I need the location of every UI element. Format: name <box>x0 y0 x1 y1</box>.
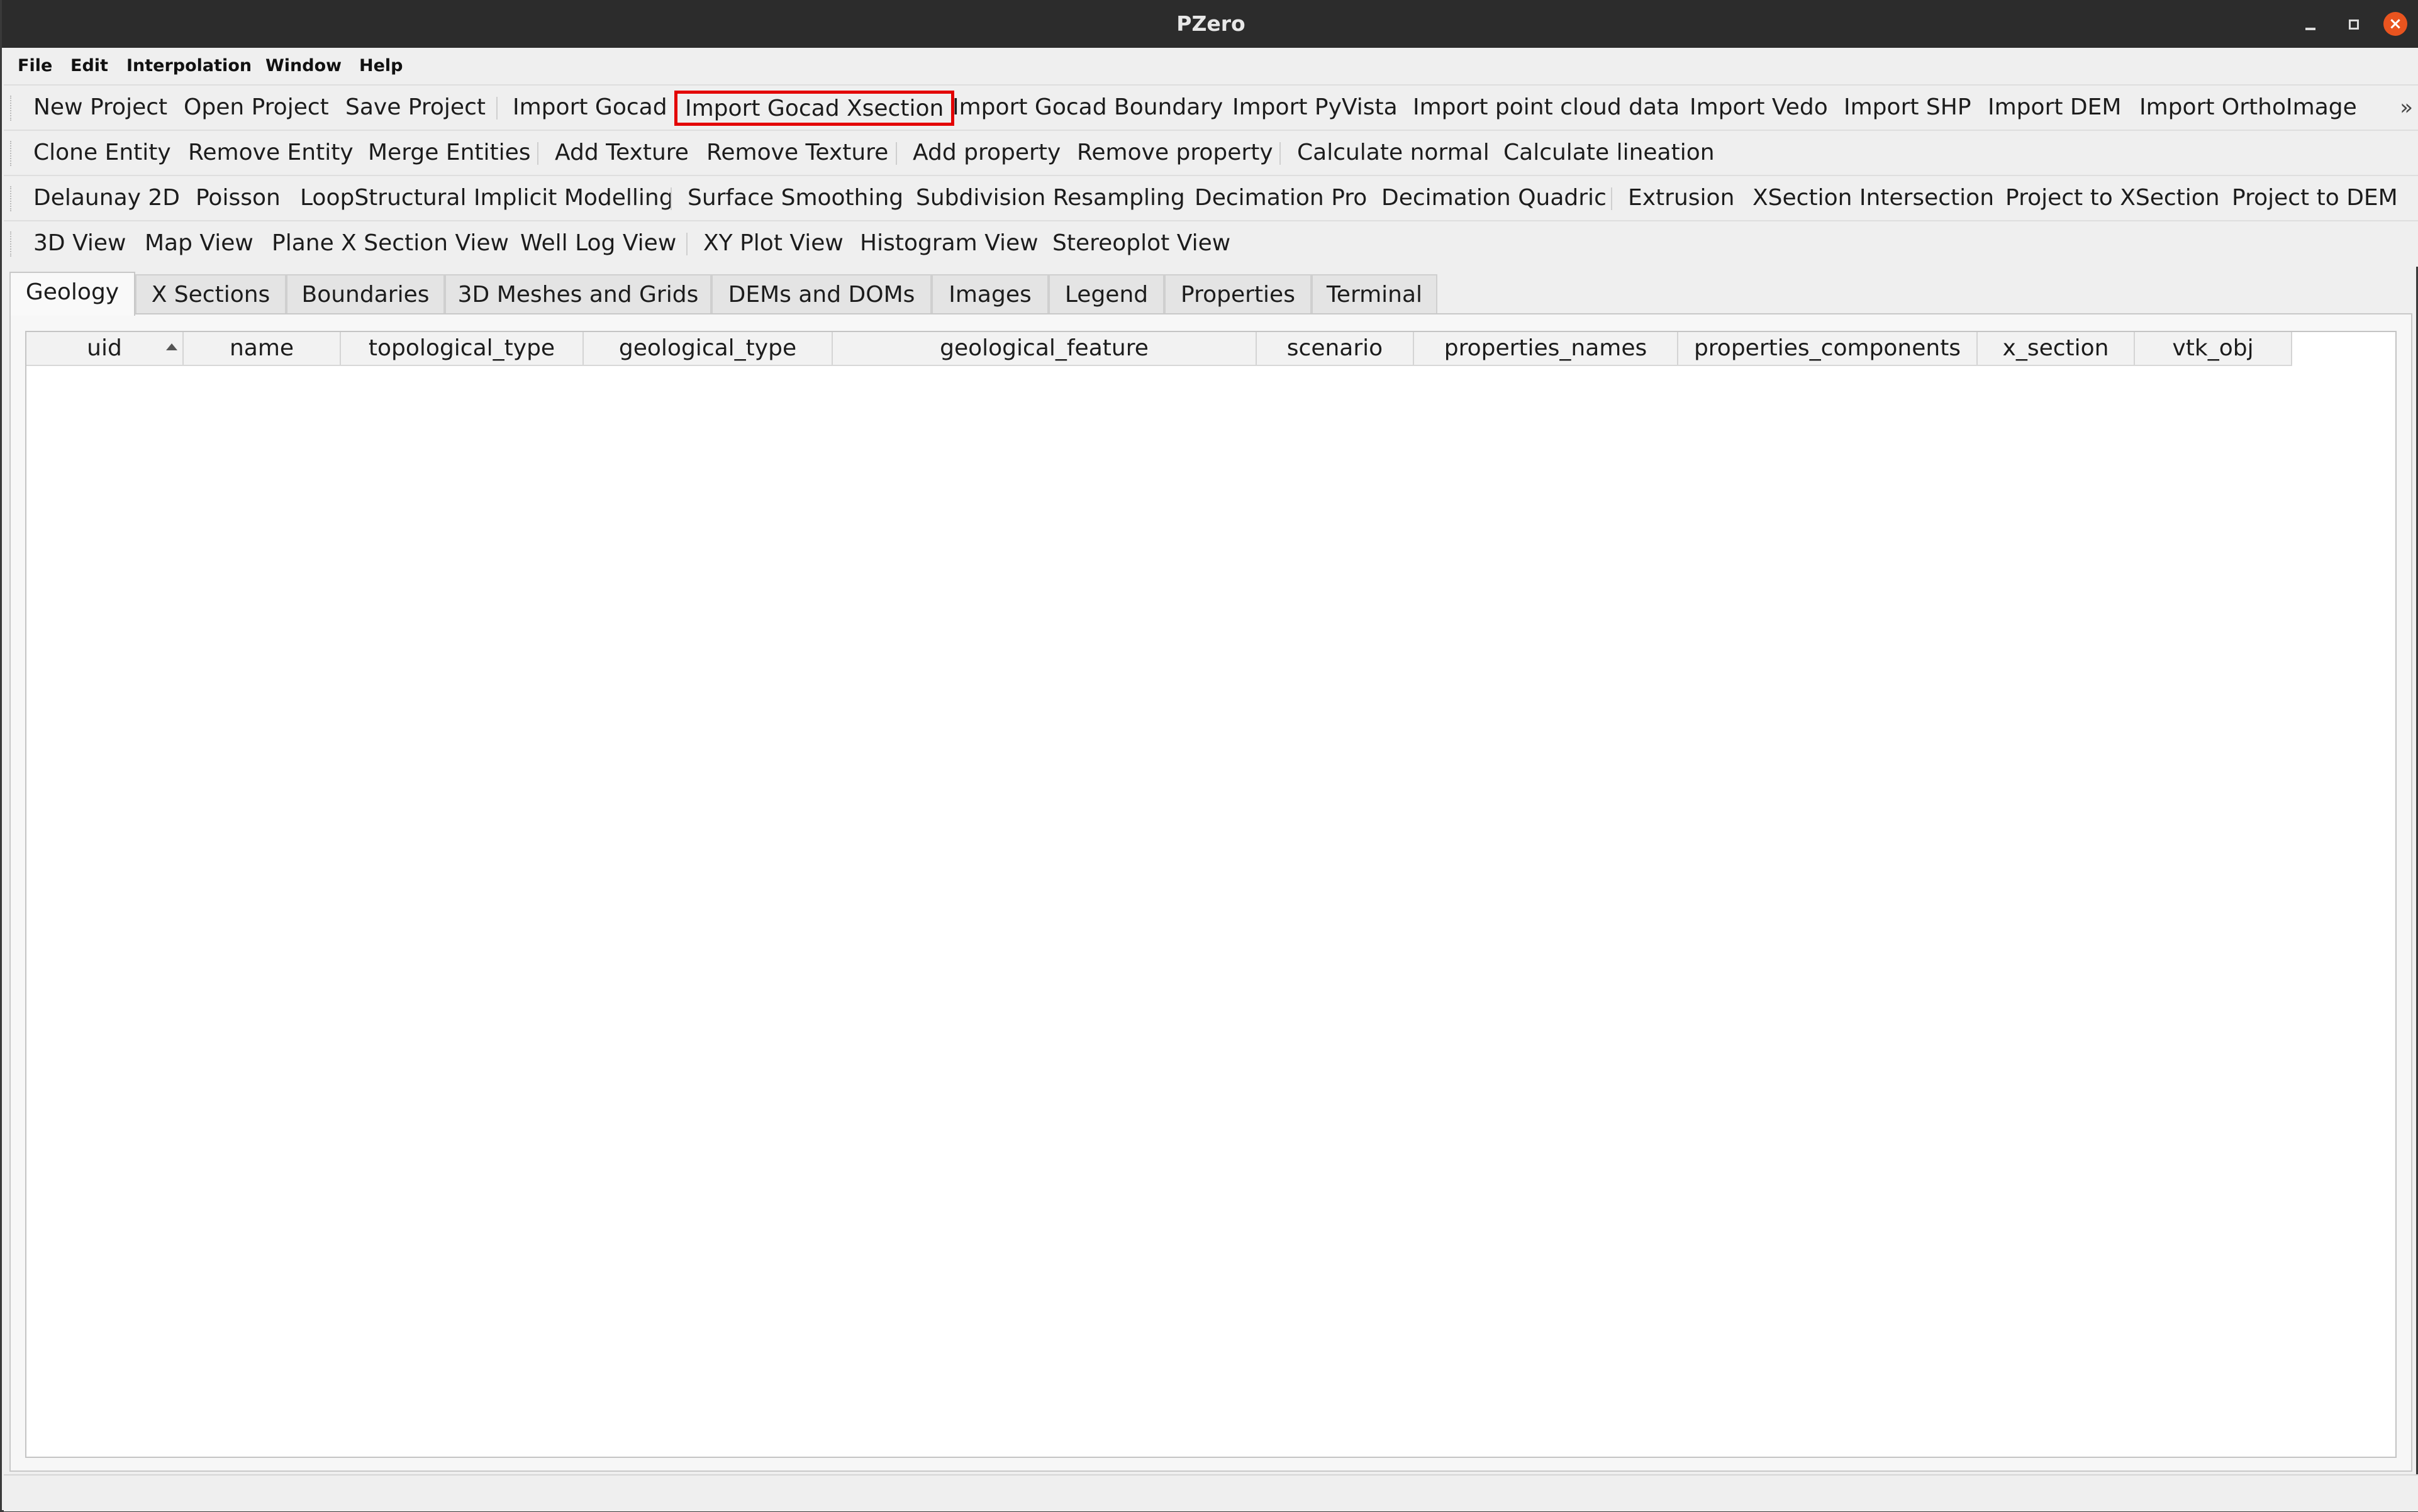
import-point-cloud-button[interactable]: Import point cloud data <box>1413 86 1680 130</box>
close-icon[interactable]: × <box>2383 12 2407 36</box>
tab-terminal[interactable]: Terminal <box>1312 274 1437 314</box>
tab-3d-meshes-and-grids[interactable]: 3D Meshes and Grids <box>445 274 711 314</box>
project-to-dem-button[interactable]: Project to DEM <box>2232 176 2398 220</box>
column-header-properties-names[interactable]: properties_names <box>1414 332 1678 365</box>
add-texture-button[interactable]: Add Texture <box>555 131 689 175</box>
import-dem-button[interactable]: Import DEM <box>1988 86 2121 130</box>
geology-table[interactable]: uid name topological_type geological_typ… <box>25 331 2397 1458</box>
geology-panel: uid name topological_type geological_typ… <box>9 313 2412 1472</box>
remove-texture-button[interactable]: Remove Texture <box>706 131 888 175</box>
table-header: uid name topological_type geological_typ… <box>26 332 2292 366</box>
import-gocad-boundary-button[interactable]: Import Gocad Boundary <box>952 86 1223 130</box>
surface-smoothing-button[interactable]: Surface Smoothing <box>688 176 903 220</box>
plane-x-section-view-button[interactable]: Plane X Section View <box>272 221 509 265</box>
menu-window[interactable]: Window <box>258 48 349 84</box>
import-gocad-button[interactable]: Import Gocad <box>513 86 667 130</box>
import-gocad-xsection-button[interactable]: Import Gocad Xsection <box>674 91 955 126</box>
delaunay-2d-button[interactable]: Delaunay 2D <box>33 176 180 220</box>
main-window: PZero × File Edit Interpolation Window H… <box>0 0 2418 1512</box>
tab-geology[interactable]: Geology <box>9 272 135 316</box>
open-project-button[interactable]: Open Project <box>184 86 329 130</box>
xy-plot-view-button[interactable]: XY Plot View <box>703 221 844 265</box>
toolbar-extension-icon[interactable]: » <box>2400 86 2413 130</box>
sort-ascending-icon <box>166 343 177 350</box>
xsection-intersection-button[interactable]: XSection Intersection <box>1752 176 1994 220</box>
import-shp-button[interactable]: Import SHP <box>1844 86 1971 130</box>
column-header-uid[interactable]: uid <box>26 332 184 365</box>
menu-interpolation[interactable]: Interpolation <box>119 48 259 84</box>
toolbar-edit: Clone Entity Remove Entity Merge Entitie… <box>4 130 2418 176</box>
subdivision-resampling-button[interactable]: Subdivision Resampling <box>916 176 1185 220</box>
toolbar-grip[interactable] <box>10 186 15 211</box>
tab-properties[interactable]: Properties <box>1164 274 1312 314</box>
project-to-xsection-button[interactable]: Project to XSection <box>2005 176 2220 220</box>
remove-entity-button[interactable]: Remove Entity <box>188 131 354 175</box>
column-header-properties-components[interactable]: properties_components <box>1678 332 1978 365</box>
import-vedo-button[interactable]: Import Vedo <box>1690 86 1828 130</box>
column-header-vtk-obj[interactable]: vtk_obj <box>2135 332 2292 365</box>
toolbar-grip[interactable] <box>10 96 15 121</box>
toolbar-separator <box>496 97 498 120</box>
histogram-view-button[interactable]: Histogram View <box>860 221 1039 265</box>
map-view-button[interactable]: Map View <box>145 221 254 265</box>
poisson-button[interactable]: Poisson <box>196 176 281 220</box>
toolbar-separator <box>671 187 672 210</box>
decimation-quadric-button[interactable]: Decimation Quadric <box>1381 176 1607 220</box>
3d-view-button[interactable]: 3D View <box>33 221 126 265</box>
column-header-topological-type[interactable]: topological_type <box>341 332 584 365</box>
stereoplot-view-button[interactable]: Stereoplot View <box>1052 221 1230 265</box>
toolbar-project: New Project Open Project Save Project Im… <box>4 84 2418 131</box>
column-header-name[interactable]: name <box>184 332 341 365</box>
menu-edit[interactable]: Edit <box>63 48 116 84</box>
import-pyvista-button[interactable]: Import PyVista <box>1232 86 1398 130</box>
toolbar-separator <box>1611 187 1612 210</box>
tab-x-sections[interactable]: X Sections <box>135 274 286 314</box>
minimize-icon[interactable] <box>2299 13 2322 35</box>
toolbar-separator <box>896 142 897 165</box>
extrusion-button[interactable]: Extrusion <box>1628 176 1734 220</box>
menu-help[interactable]: Help <box>352 48 411 84</box>
import-orthoimage-button[interactable]: Import OrthoImage <box>2139 86 2357 130</box>
status-bar <box>4 1474 2418 1511</box>
title-bar: PZero × <box>2 0 2418 48</box>
remove-property-button[interactable]: Remove property <box>1077 131 1273 175</box>
calculate-normal-button[interactable]: Calculate normal <box>1297 131 1490 175</box>
column-header-geological-feature[interactable]: geological_feature <box>833 332 1257 365</box>
calculate-lineation-button[interactable]: Calculate lineation <box>1503 131 1715 175</box>
menu-file[interactable]: File <box>10 48 60 84</box>
column-header-scenario[interactable]: scenario <box>1257 332 1414 365</box>
loopstructural-button[interactable]: LoopStructural Implicit Modelling <box>300 176 674 220</box>
menu-bar: File Edit Interpolation Window Help <box>4 48 2418 84</box>
toolbar-processing: Delaunay 2D Poisson LoopStructural Impli… <box>4 175 2418 221</box>
toolbar-separator <box>1279 142 1281 165</box>
maximize-icon[interactable] <box>2342 13 2365 35</box>
toolbar-views: 3D View Map View Plane X Section View We… <box>4 220 2418 267</box>
column-header-label: uid <box>87 335 122 361</box>
merge-entities-button[interactable]: Merge Entities <box>368 131 531 175</box>
column-header-geological-type[interactable]: geological_type <box>584 332 833 365</box>
tab-legend[interactable]: Legend <box>1049 274 1164 314</box>
add-property-button[interactable]: Add property <box>913 131 1061 175</box>
toolbar-separator <box>537 142 538 165</box>
new-project-button[interactable]: New Project <box>33 86 167 130</box>
decimation-pro-button[interactable]: Decimation Pro <box>1195 176 1367 220</box>
tab-dems-and-doms[interactable]: DEMs and DOMs <box>711 274 932 314</box>
toolbar-grip[interactable] <box>10 141 15 166</box>
column-header-x-section[interactable]: x_section <box>1978 332 2135 365</box>
well-log-view-button[interactable]: Well Log View <box>520 221 676 265</box>
tab-boundaries[interactable]: Boundaries <box>286 274 445 314</box>
toolbar-separator <box>686 233 688 255</box>
save-project-button[interactable]: Save Project <box>345 86 486 130</box>
tab-images[interactable]: Images <box>932 274 1049 314</box>
window-title: PZero <box>1176 11 1245 36</box>
clone-entity-button[interactable]: Clone Entity <box>33 131 171 175</box>
toolbar-grip[interactable] <box>10 231 15 257</box>
